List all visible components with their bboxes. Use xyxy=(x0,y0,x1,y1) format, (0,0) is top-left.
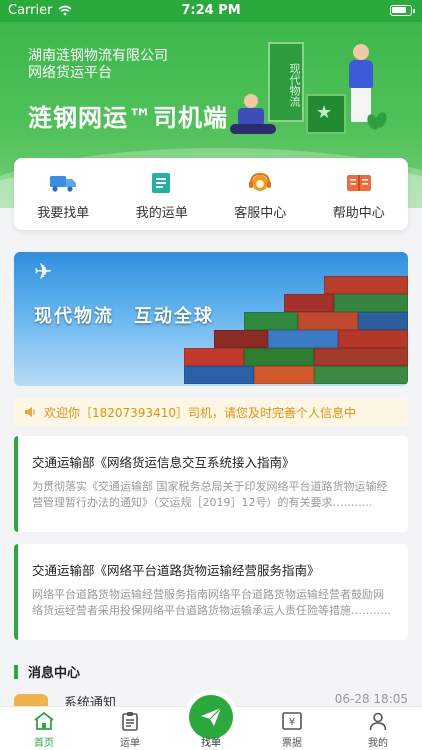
battery-icon xyxy=(390,5,415,16)
document-icon xyxy=(148,172,176,194)
status-bar: Carrier 7:24 PM xyxy=(0,0,422,22)
clipboard-icon xyxy=(122,712,138,731)
news-card[interactable]: 交通运输部《网络平台道路货物运输经营服务指南》 网络平台道路货物运输经营服务指南… xyxy=(14,544,408,640)
menu-label: 帮助中心 xyxy=(332,206,385,221)
sitting-person-illustration xyxy=(230,94,276,134)
company-name: 湖南涟钢物流有限公司 网络货运平台 xyxy=(28,48,168,81)
book-icon xyxy=(345,172,373,194)
news-title: 交通运输部《网络平台道路货物运输经营服务指南》 xyxy=(32,563,320,578)
tab-waybill[interactable]: 运单 xyxy=(100,711,160,749)
menu-my-orders[interactable]: 我的运单 xyxy=(113,158,212,230)
message-center-heading: 消息中心 xyxy=(14,662,80,681)
paper-plane-icon xyxy=(201,707,222,726)
headset-icon xyxy=(246,172,274,194)
airplane-icon: ✈ xyxy=(34,260,53,285)
tab-home[interactable]: 首页 xyxy=(14,711,74,749)
receipt-icon: ¥ xyxy=(282,712,302,730)
tab-receipt[interactable]: ¥ 票据 xyxy=(262,711,322,749)
menu-customer-service[interactable]: 客服中心 xyxy=(211,158,310,230)
plant-illustration xyxy=(365,110,389,132)
svg-text:¥: ¥ xyxy=(289,717,295,728)
speaker-icon xyxy=(25,407,35,417)
clock: 7:24 PM xyxy=(181,3,241,18)
menu-find-order[interactable]: 我要找单 xyxy=(14,158,113,230)
star-icon: ★ xyxy=(316,102,333,123)
menu-label: 我的运单 xyxy=(135,206,188,221)
tab-profile[interactable]: 我的 xyxy=(348,711,408,749)
news-desc: 网络平台道路货物运输经营服务指南网络平台道路货物运输经营者鼓励网络货运经营者采用… xyxy=(32,588,391,617)
promo-banner[interactable]: ✈ 现代物流 互动全球 xyxy=(14,252,408,386)
news-title: 交通运输部《网络货运信息交互系统接入指南》 xyxy=(32,455,295,470)
truck-icon xyxy=(49,172,77,194)
news-card[interactable]: 交通运输部《网络货运信息交互系统接入指南》 为贯彻落实《交通运输部 国家税务总局… xyxy=(14,436,408,532)
message-time: 06-28 18:05 xyxy=(334,694,408,706)
news-desc: 为贯彻落实《交通运输部 国家税务总局关于印发网络平台道路货物运输经营管理暂行办法… xyxy=(32,480,388,509)
home-icon xyxy=(34,711,54,730)
menu-help-center[interactable]: 帮助中心 xyxy=(310,158,409,230)
quick-menu: 我要找单 我的运单 客服中心 帮助中心 xyxy=(14,158,408,230)
menu-label: 客服中心 xyxy=(234,206,287,221)
banner-slogan: 现代物流 互动全球 xyxy=(34,306,214,327)
app-title: 涟钢网运™司机端 xyxy=(28,104,228,132)
menu-label: 我要找单 xyxy=(37,206,90,221)
user-icon xyxy=(369,712,387,731)
tab-find-order-label: 找单 xyxy=(201,738,221,749)
standing-person-illustration xyxy=(344,44,378,122)
notice-bar[interactable]: 欢迎你［18207393410］司机，请您及时完善个人信息中 xyxy=(14,398,408,426)
notice-text: 欢迎你［18207393410］司机，请您及时完善个人信息中 xyxy=(44,405,356,420)
